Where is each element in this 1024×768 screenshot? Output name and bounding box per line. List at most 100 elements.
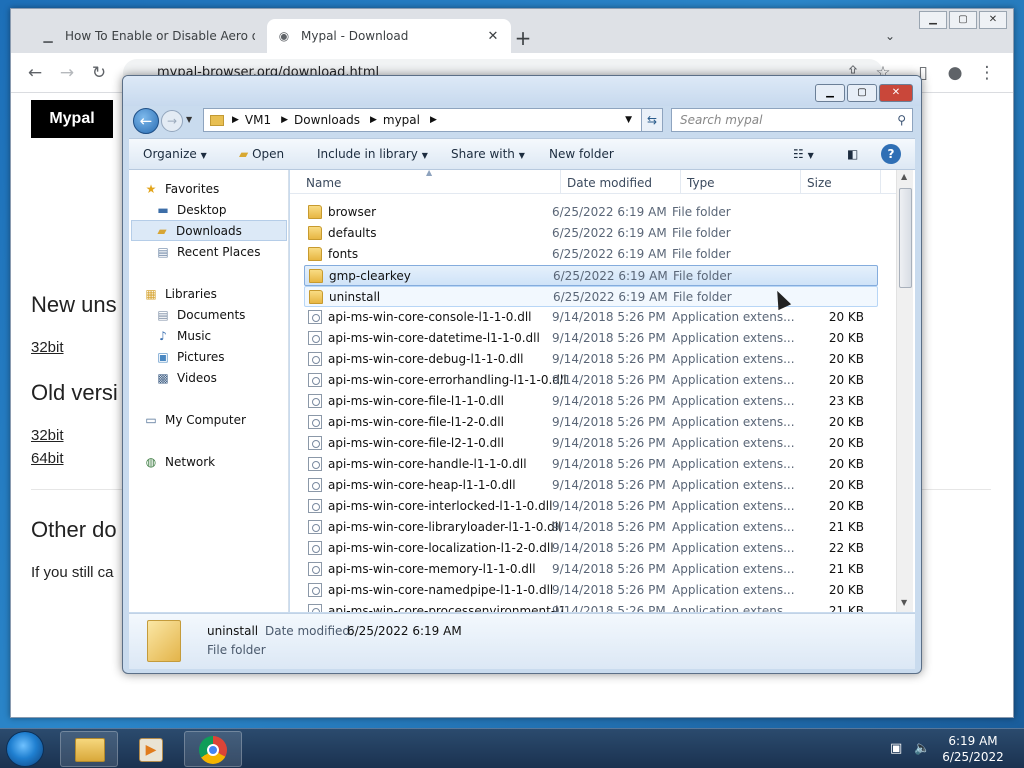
file-row[interactable]: api-ms-win-core-libraryloader-l1-1-0.dll… xyxy=(304,517,878,538)
column-date-modified[interactable]: Date modified xyxy=(567,176,652,190)
breadcrumb-downloads[interactable]: Downloads xyxy=(294,113,360,127)
file-row[interactable]: uninstall 6/25/2022 6:19 AM File folder xyxy=(304,286,878,307)
preview-pane-icon[interactable]: ◧ xyxy=(847,147,858,161)
column-name[interactable]: Name xyxy=(306,176,341,190)
organize-button[interactable]: Organize ▼ xyxy=(143,147,207,161)
file-row[interactable]: api-ms-win-core-datetime-l1-1-0.dll 9/14/… xyxy=(304,328,878,349)
file-row[interactable]: api-ms-win-core-file-l2-1-0.dll 9/14/2018… xyxy=(304,433,878,454)
file-row[interactable]: api-ms-win-core-localization-l1-2-0.dll 9… xyxy=(304,538,878,559)
nav-libraries[interactable]: ▦ Libraries xyxy=(143,287,217,301)
forward-arrow-icon[interactable]: → xyxy=(161,110,183,132)
file-row[interactable]: browser 6/25/2022 6:19 AM File folder xyxy=(304,202,878,223)
taskbar-explorer-button[interactable] xyxy=(60,731,118,767)
file-name: api-ms-win-core-namedpipe-l1-1-0.dll xyxy=(328,583,554,597)
start-windows-icon[interactable] xyxy=(6,731,44,767)
address-bar[interactable]: ▶ VM1 ▶ Downloads ▶ mypal ▶ ▼ xyxy=(203,108,663,132)
view-options-icon[interactable]: ☷ ▼ xyxy=(793,147,814,161)
system-clock[interactable]: 6:19 AM 6/25/2022 xyxy=(930,733,1016,765)
file-row[interactable]: api-ms-win-core-namedpipe-l1-1-0.dll 9/14… xyxy=(304,580,878,601)
file-row[interactable]: defaults 6/25/2022 6:19 AM File folder xyxy=(304,223,878,244)
file-name: browser xyxy=(328,205,377,219)
file-type: Application extens... xyxy=(672,520,795,534)
file-size: 20 KB xyxy=(828,457,864,471)
minimize-icon[interactable]: ▁ xyxy=(815,84,845,102)
file-row[interactable]: api-ms-win-core-memory-l1-1-0.dll 9/14/20… xyxy=(304,559,878,580)
column-size[interactable]: Size xyxy=(807,176,832,190)
download-32bit-new-link[interactable]: 32bit xyxy=(31,339,64,356)
scroll-thumb[interactable] xyxy=(899,188,912,288)
file-row[interactable]: api-ms-win-core-file-l1-2-0.dll 9/14/2018… xyxy=(304,412,878,433)
download-32bit-old-link[interactable]: 32bit xyxy=(31,427,64,444)
nav-desktop[interactable]: ▬ Desktop xyxy=(155,203,226,217)
file-row[interactable]: fonts 6/25/2022 6:19 AM File folder xyxy=(304,244,878,265)
column-separator[interactable] xyxy=(880,170,881,194)
file-row[interactable]: api-ms-win-core-processenvironment-l1 9/1… xyxy=(304,601,878,612)
new-tab-plus-icon[interactable]: + xyxy=(511,27,535,51)
file-row[interactable]: api-ms-win-core-handle-l1-1-0.dll 9/14/20… xyxy=(304,454,878,475)
breadcrumb-mypal[interactable]: mypal xyxy=(383,113,420,127)
minimize-icon[interactable]: ▁ xyxy=(919,11,947,29)
file-row[interactable]: api-ms-win-core-debug-l1-1-0.dll 9/14/201… xyxy=(304,349,878,370)
file-date: 6/25/2022 6:19 AM xyxy=(553,269,668,283)
pictures-icon: ▣ xyxy=(157,350,169,364)
nav-videos[interactable]: ▩ Videos xyxy=(155,371,217,385)
share-with-button[interactable]: Share with ▼ xyxy=(451,147,525,161)
tab-mypal-download[interactable]: ◉ Mypal - Download ✕ xyxy=(267,19,511,53)
taskbar-chrome-button[interactable] xyxy=(184,731,242,767)
forward-arrow-icon[interactable]: → xyxy=(57,63,77,83)
nav-pictures[interactable]: ▣ Pictures xyxy=(155,350,224,364)
file-row[interactable]: api-ms-win-core-file-l1-1-0.dll 9/14/2018… xyxy=(304,391,878,412)
explorer-title-bar[interactable]: ▁ ▢ ✕ xyxy=(123,76,921,106)
profile-avatar-icon[interactable]: ● xyxy=(945,63,965,83)
breadcrumb-separator-icon: ▶ xyxy=(429,115,437,125)
more-menu-icon[interactable]: ⋮ xyxy=(977,63,997,83)
address-dropdown-icon[interactable]: ▼ xyxy=(625,115,632,125)
maximize-icon[interactable]: ▢ xyxy=(847,84,877,102)
file-row[interactable]: gmp-clearkey 6/25/2022 6:19 AM File folder xyxy=(304,265,878,286)
volume-icon[interactable]: 🔈 xyxy=(914,741,930,756)
breadcrumb-vm1[interactable]: VM1 xyxy=(245,113,271,127)
nav-favorites[interactable]: ★ Favorites xyxy=(143,182,220,196)
nav-my-computer[interactable]: ▭ My Computer xyxy=(143,413,246,427)
scroll-up-icon[interactable]: ▲ xyxy=(901,172,907,181)
chrome-window-controls: ▁ ▢ ✕ xyxy=(917,11,1007,29)
nav-documents[interactable]: ▤ Documents xyxy=(155,308,245,322)
close-window-icon[interactable]: ✕ xyxy=(979,11,1007,29)
search-input[interactable]: Search mypal ⚲ xyxy=(671,108,913,132)
file-name: api-ms-win-core-datetime-l1-1-0.dll xyxy=(328,331,540,345)
reload-icon[interactable]: ↻ xyxy=(89,63,109,83)
help-icon[interactable]: ? xyxy=(881,144,901,164)
file-row[interactable]: api-ms-win-core-interlocked-l1-1-0.dll 9/… xyxy=(304,496,878,517)
tab-aero-article[interactable]: ▁ How To Enable or Disable Aero o xyxy=(31,19,265,53)
maximize-icon[interactable]: ▢ xyxy=(949,11,977,29)
refresh-icon[interactable]: ⇆ xyxy=(641,108,663,132)
tab-search-chevron-icon[interactable]: ⌄ xyxy=(885,29,895,43)
column-separator[interactable] xyxy=(800,170,801,194)
include-in-library-button[interactable]: Include in library ▼ xyxy=(317,147,428,161)
mypal-logo[interactable]: Mypal xyxy=(31,100,113,138)
vertical-scrollbar[interactable]: ▲ ▼ xyxy=(896,170,913,612)
file-row[interactable]: api-ms-win-core-heap-l1-1-0.dll 9/14/2018… xyxy=(304,475,878,496)
column-separator[interactable] xyxy=(680,170,681,194)
download-64bit-old-link[interactable]: 64bit xyxy=(31,450,64,467)
taskbar-media-player-button[interactable]: ▶ xyxy=(122,731,180,767)
column-separator[interactable] xyxy=(560,170,561,194)
network-status-icon[interactable]: ▣ xyxy=(890,741,902,756)
explorer-window: ▁ ▢ ✕ ← → ▼ ▶ VM1 ▶ Downloads ▶ mypal ▶ … xyxy=(122,75,922,674)
back-arrow-icon[interactable]: ← xyxy=(133,108,159,134)
nav-music[interactable]: ♪ Music xyxy=(155,329,211,343)
nav-downloads[interactable]: ▰ Downloads xyxy=(131,220,287,241)
nav-recent-places[interactable]: ▤ Recent Places xyxy=(155,245,260,259)
new-folder-button[interactable]: New folder xyxy=(549,147,614,161)
column-type[interactable]: Type xyxy=(687,176,715,190)
nav-network[interactable]: ◍ Network xyxy=(143,455,215,469)
back-arrow-icon[interactable]: ← xyxy=(25,63,45,83)
file-row[interactable]: api-ms-win-core-console-l1-1-0.dll 9/14/2… xyxy=(304,307,878,328)
close-window-icon[interactable]: ✕ xyxy=(879,84,913,102)
recent-pages-chevron-icon[interactable]: ▼ xyxy=(186,115,192,124)
close-tab-icon[interactable]: ✕ xyxy=(485,29,501,44)
open-button[interactable]: ▰ Open xyxy=(239,147,284,161)
navigation-pane: ★ Favorites ▬ Desktop ▰ Downloads ▤ Recent P… xyxy=(129,170,289,612)
scroll-down-icon[interactable]: ▼ xyxy=(901,598,907,607)
file-row[interactable]: api-ms-win-core-errorhandling-l1-1-0.dll… xyxy=(304,370,878,391)
